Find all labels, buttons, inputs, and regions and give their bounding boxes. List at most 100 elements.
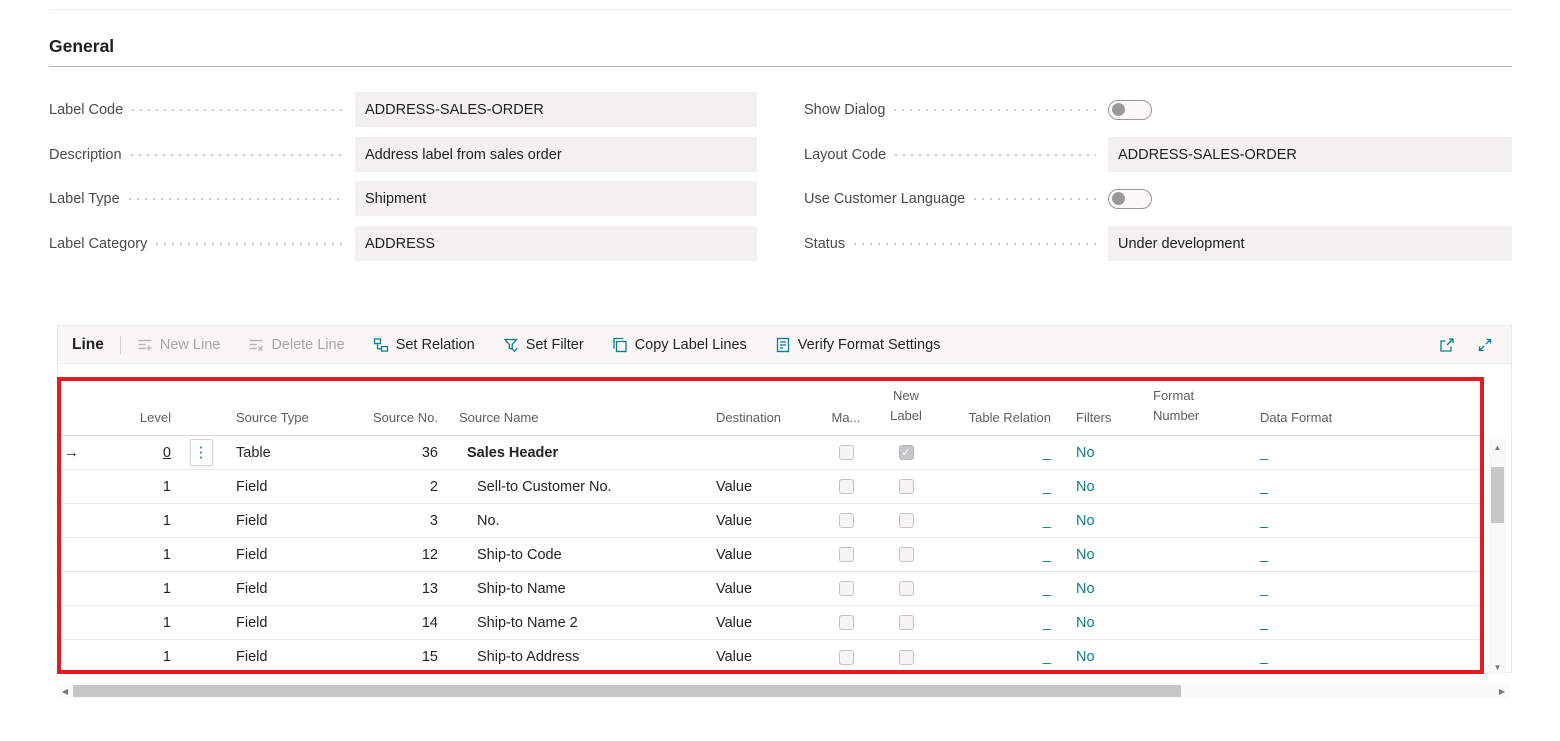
horizontal-scrollbar[interactable]: ◀ ▶	[57, 683, 1510, 699]
focus-mode-button[interactable]	[1477, 337, 1493, 353]
destination-cell[interactable]: Value	[706, 504, 821, 537]
source-no-cell[interactable]: 13	[353, 572, 446, 605]
source-name-cell[interactable]: Ship-to Name	[446, 572, 706, 605]
data-format-cell[interactable]: _	[1260, 615, 1268, 631]
mandatory-checkbox[interactable]	[839, 445, 854, 460]
source-name-cell[interactable]: Ship-to Address	[446, 640, 706, 674]
column-header-filters[interactable]: Filters	[1061, 364, 1131, 435]
table-relation-cell[interactable]: _	[1043, 479, 1051, 495]
filters-cell[interactable]: No	[1076, 479, 1095, 495]
new-label-checkbox[interactable]	[899, 650, 914, 665]
data-format-cell[interactable]: _	[1260, 445, 1268, 461]
column-header-mandatory[interactable]: Ma...	[821, 364, 871, 435]
table-relation-cell[interactable]: _	[1043, 547, 1051, 563]
new-label-checkbox[interactable]	[899, 547, 914, 562]
scroll-right-arrow-icon[interactable]: ▶	[1494, 687, 1510, 696]
level-cell[interactable]: 1	[86, 640, 179, 674]
mandatory-checkbox[interactable]	[839, 479, 854, 494]
format-number-cell[interactable]	[1131, 538, 1241, 571]
column-header-format-number[interactable]: Format Number	[1131, 364, 1241, 435]
mandatory-checkbox[interactable]	[839, 581, 854, 596]
set-filter-button[interactable]: Set Filter	[503, 337, 584, 353]
level-cell[interactable]: 1	[86, 572, 179, 605]
filters-cell[interactable]: No	[1076, 445, 1095, 461]
table-row[interactable]: 1 Field 3 No. Value _ No _	[58, 504, 1485, 538]
data-format-cell[interactable]: _	[1260, 479, 1268, 495]
column-header-source-no[interactable]: Source No.	[353, 364, 446, 435]
horizontal-scroll-thumb[interactable]	[73, 685, 1181, 697]
data-format-cell[interactable]: _	[1260, 649, 1268, 665]
table-relation-cell[interactable]: _	[1043, 581, 1051, 597]
table-row[interactable]: 1 Field 13 Ship-to Name Value _ No _	[58, 572, 1485, 606]
new-label-checkbox[interactable]	[899, 581, 914, 596]
destination-cell[interactable]: Value	[706, 572, 821, 605]
set-relation-button[interactable]: Set Relation	[373, 337, 475, 353]
level-cell[interactable]: 0	[163, 445, 171, 461]
column-header-table-relation[interactable]: Table Relation	[941, 364, 1061, 435]
show-dialog-toggle[interactable]	[1108, 100, 1152, 120]
level-cell[interactable]: 1	[86, 606, 179, 639]
column-header-source-type[interactable]: Source Type	[223, 364, 353, 435]
scroll-left-arrow-icon[interactable]: ◀	[57, 687, 73, 696]
description-input[interactable]: Address label from sales order	[355, 137, 757, 172]
scroll-up-arrow-icon[interactable]: ▲	[1489, 439, 1506, 455]
table-row[interactable]: 1 Field 2 Sell-to Customer No. Value _ N…	[58, 470, 1485, 504]
source-name-cell[interactable]: Sell-to Customer No.	[446, 470, 706, 503]
format-number-cell[interactable]	[1131, 470, 1241, 503]
source-no-cell[interactable]: 12	[353, 538, 446, 571]
column-header-new-label[interactable]: New Label	[871, 364, 941, 435]
level-cell[interactable]: 1	[86, 470, 179, 503]
source-name-cell[interactable]: Sales Header	[446, 436, 706, 469]
use-customer-language-toggle[interactable]	[1108, 189, 1152, 209]
mandatory-checkbox[interactable]	[839, 615, 854, 630]
vertical-scroll-track[interactable]	[1489, 455, 1506, 659]
mandatory-checkbox[interactable]	[839, 513, 854, 528]
share-button[interactable]	[1439, 337, 1455, 353]
column-header-level[interactable]: Level	[86, 364, 179, 435]
source-type-cell[interactable]: Field	[223, 572, 353, 605]
table-row[interactable]: 1 Field 12 Ship-to Code Value _ No _	[58, 538, 1485, 572]
source-no-cell[interactable]: 3	[353, 504, 446, 537]
mandatory-checkbox[interactable]	[839, 547, 854, 562]
source-name-cell[interactable]: Ship-to Code	[446, 538, 706, 571]
table-relation-cell[interactable]: _	[1043, 615, 1051, 631]
source-type-cell[interactable]: Table	[223, 436, 353, 469]
verify-format-settings-button[interactable]: Verify Format Settings	[775, 337, 941, 353]
table-row[interactable]: 1 Field 15 Ship-to Address Value _ No _	[58, 640, 1485, 674]
data-format-cell[interactable]: _	[1260, 547, 1268, 563]
source-name-cell[interactable]: Ship-to Name 2	[446, 606, 706, 639]
filters-cell[interactable]: No	[1076, 513, 1095, 529]
mandatory-checkbox[interactable]	[839, 650, 854, 665]
format-number-cell[interactable]	[1131, 436, 1241, 469]
column-header-destination[interactable]: Destination	[706, 364, 821, 435]
table-row[interactable]: → 0 ⋮ Table 36 Sales Header _ No _	[58, 436, 1485, 470]
horizontal-scroll-track[interactable]	[73, 683, 1494, 699]
vertical-scrollbar[interactable]: ▲ ▼	[1489, 439, 1506, 675]
source-type-cell[interactable]: Field	[223, 470, 353, 503]
new-label-checkbox[interactable]	[899, 479, 914, 494]
section-header-general[interactable]: General	[49, 36, 114, 57]
source-no-cell[interactable]: 14	[353, 606, 446, 639]
column-header-source-name[interactable]: Source Name	[446, 364, 706, 435]
label-type-input[interactable]: Shipment	[355, 181, 757, 216]
data-format-cell[interactable]: _	[1260, 581, 1268, 597]
format-number-cell[interactable]	[1131, 640, 1241, 674]
filters-cell[interactable]: No	[1076, 615, 1095, 631]
destination-cell[interactable]: Value	[706, 470, 821, 503]
source-no-cell[interactable]: 15	[353, 640, 446, 674]
data-format-cell[interactable]: _	[1260, 513, 1268, 529]
table-relation-cell[interactable]: _	[1043, 445, 1051, 461]
level-cell[interactable]: 1	[86, 538, 179, 571]
vertical-scroll-thumb[interactable]	[1491, 467, 1504, 523]
status-input[interactable]: Under development	[1108, 226, 1512, 261]
source-name-cell[interactable]: No.	[446, 504, 706, 537]
part-caption-line[interactable]: Line	[72, 336, 104, 354]
source-no-cell[interactable]: 2	[353, 470, 446, 503]
format-number-cell[interactable]	[1131, 572, 1241, 605]
new-line-button[interactable]: New Line	[137, 337, 220, 353]
table-relation-cell[interactable]: _	[1043, 513, 1051, 529]
format-number-cell[interactable]	[1131, 504, 1241, 537]
table-row[interactable]: 1 Field 14 Ship-to Name 2 Value _ No _	[58, 606, 1485, 640]
new-label-checkbox[interactable]	[899, 445, 914, 460]
filters-cell[interactable]: No	[1076, 581, 1095, 597]
